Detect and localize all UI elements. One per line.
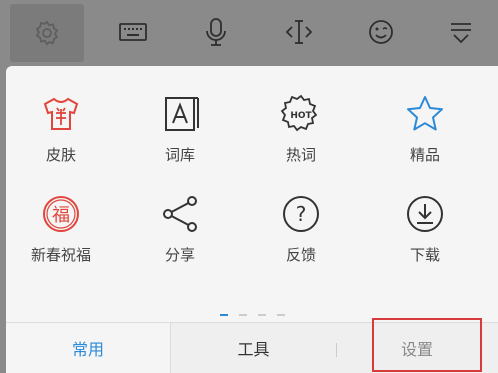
grid-item-featured[interactable]: 精品: [370, 92, 480, 192]
collapse-icon: [447, 18, 475, 46]
grid-item-label: 分享: [164, 246, 195, 264]
grid-item-skin[interactable]: 皮肤: [6, 92, 116, 192]
voice-input-button[interactable]: [174, 0, 257, 64]
page-dot: [239, 314, 247, 316]
keyboard-toolbar: [0, 0, 498, 64]
grid-item-label: 精品: [409, 146, 440, 164]
grid-item-label: 皮肤: [45, 146, 76, 164]
download-icon: [403, 192, 447, 236]
grid-item-download[interactable]: 下载: [370, 192, 480, 292]
grid-item-label: 词库: [164, 146, 195, 164]
dictionary-icon: [158, 92, 202, 136]
grid-item-new-year-wishes[interactable]: 福 新春祝福: [6, 192, 116, 292]
hot-words-icon: HOT: [279, 92, 323, 136]
fortune-icon: 福: [39, 192, 83, 236]
cursor-button[interactable]: [257, 0, 340, 64]
share-icon: [158, 192, 202, 236]
question-text: ?: [296, 202, 307, 226]
emoji-button[interactable]: [339, 0, 422, 64]
keyboard-icon: [118, 21, 148, 43]
tab-common[interactable]: 常用: [6, 323, 171, 373]
grid-item-share[interactable]: 分享: [125, 192, 235, 292]
star-icon: [403, 92, 447, 136]
grid-item-label: 热词: [285, 146, 316, 164]
settings-toolbar-button[interactable]: [10, 4, 84, 62]
emoji-icon: [367, 18, 395, 46]
grid-item-label: 反馈: [285, 246, 316, 264]
grid-item-hot-words[interactable]: HOT 热词: [246, 92, 356, 192]
gear-icon: [33, 19, 61, 47]
page-dot: [258, 314, 266, 316]
page-dot: [277, 314, 285, 316]
collapse-keyboard-button[interactable]: [419, 0, 498, 64]
keyboard-button[interactable]: [91, 0, 174, 64]
highlight-box: [372, 318, 482, 372]
page-dot: [220, 314, 228, 316]
tab-tools[interactable]: 工具: [171, 323, 336, 373]
hot-text: HOT: [290, 111, 312, 121]
microphone-icon: [204, 17, 228, 47]
fu-text: 福: [52, 205, 70, 226]
grid-item-dictionary[interactable]: 词库: [125, 92, 235, 192]
help-icon: ?: [279, 192, 323, 236]
page-indicator: [220, 314, 300, 318]
text-cursor-icon: [284, 18, 314, 46]
grid-item-label: 下载: [409, 246, 440, 264]
grid-item-feedback[interactable]: ? 反馈: [246, 192, 356, 292]
skin-shirt-icon: [39, 92, 83, 136]
grid-item-label: 新春祝福: [30, 246, 91, 264]
